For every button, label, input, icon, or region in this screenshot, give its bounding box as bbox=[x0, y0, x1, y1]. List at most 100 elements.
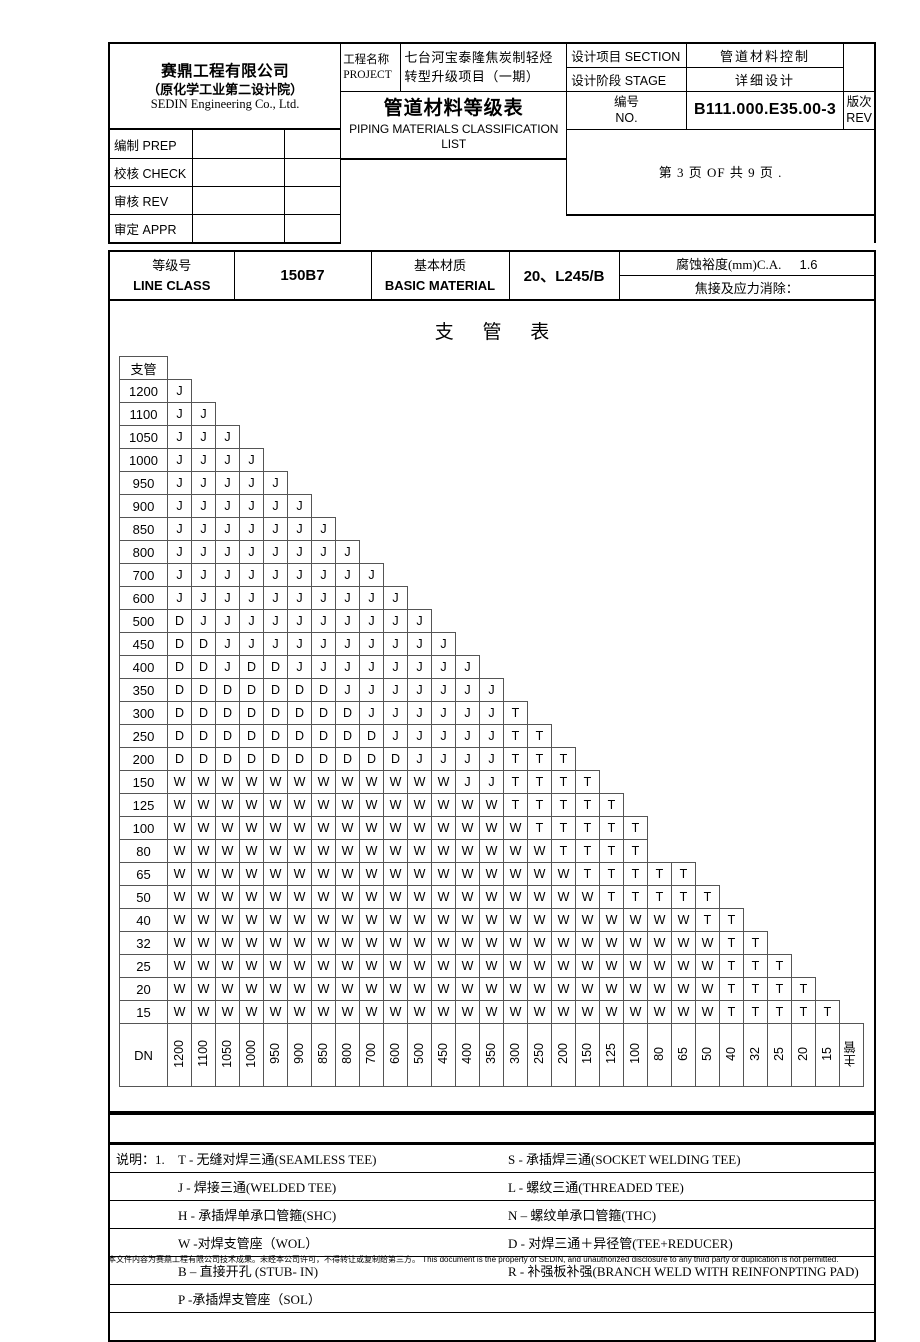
matrix-cell[interactable]: W bbox=[335, 908, 360, 933]
matrix-cell[interactable]: T bbox=[599, 885, 624, 910]
matrix-cell[interactable]: W bbox=[599, 908, 624, 933]
matrix-cell[interactable]: J bbox=[167, 540, 192, 565]
matrix-cell[interactable]: T bbox=[671, 862, 696, 887]
approval-value-check-1[interactable] bbox=[192, 158, 286, 188]
matrix-cell[interactable]: J bbox=[263, 517, 288, 542]
approval-value-check-2[interactable] bbox=[284, 158, 342, 188]
matrix-cell[interactable]: D bbox=[215, 701, 240, 726]
matrix-cell[interactable]: W bbox=[215, 1000, 240, 1025]
matrix-cell[interactable]: W bbox=[479, 885, 504, 910]
matrix-cell[interactable]: J bbox=[191, 563, 216, 588]
matrix-cell[interactable]: T bbox=[743, 931, 768, 956]
approval-value-appr-1[interactable] bbox=[192, 214, 286, 245]
matrix-cell[interactable]: T bbox=[719, 931, 744, 956]
matrix-cell[interactable]: D bbox=[287, 701, 312, 726]
approval-value-rev-1[interactable] bbox=[192, 186, 286, 216]
matrix-cell[interactable]: D bbox=[263, 747, 288, 772]
matrix-cell[interactable]: W bbox=[431, 1000, 456, 1025]
matrix-cell[interactable]: W bbox=[623, 931, 648, 956]
matrix-cell[interactable]: T bbox=[527, 770, 552, 795]
matrix-cell[interactable]: W bbox=[407, 885, 432, 910]
matrix-cell[interactable]: W bbox=[191, 862, 216, 887]
matrix-cell[interactable]: W bbox=[407, 839, 432, 864]
matrix-cell[interactable]: W bbox=[239, 770, 264, 795]
matrix-cell[interactable]: T bbox=[623, 816, 648, 841]
matrix-cell[interactable]: D bbox=[335, 724, 360, 749]
matrix-cell[interactable]: W bbox=[359, 1000, 384, 1025]
matrix-cell[interactable]: J bbox=[287, 655, 312, 680]
matrix-cell[interactable]: W bbox=[311, 793, 336, 818]
matrix-cell[interactable]: T bbox=[575, 793, 600, 818]
matrix-cell[interactable]: J bbox=[263, 609, 288, 634]
matrix-cell[interactable]: W bbox=[575, 1000, 600, 1025]
matrix-cell[interactable]: W bbox=[503, 839, 528, 864]
matrix-cell[interactable]: W bbox=[191, 793, 216, 818]
matrix-cell[interactable]: W bbox=[359, 816, 384, 841]
matrix-cell[interactable]: W bbox=[551, 931, 576, 956]
matrix-cell[interactable]: D bbox=[311, 747, 336, 772]
matrix-cell[interactable]: W bbox=[311, 931, 336, 956]
matrix-cell[interactable]: J bbox=[287, 494, 312, 519]
matrix-cell[interactable]: T bbox=[647, 885, 672, 910]
matrix-cell[interactable]: W bbox=[407, 1000, 432, 1025]
matrix-cell[interactable]: W bbox=[311, 1000, 336, 1025]
matrix-cell[interactable]: W bbox=[335, 1000, 360, 1025]
matrix-cell[interactable]: D bbox=[359, 747, 384, 772]
matrix-cell[interactable]: W bbox=[263, 839, 288, 864]
matrix-cell[interactable]: W bbox=[287, 977, 312, 1002]
matrix-cell[interactable]: W bbox=[479, 793, 504, 818]
matrix-cell[interactable]: W bbox=[407, 931, 432, 956]
matrix-cell[interactable]: J bbox=[191, 425, 216, 450]
matrix-cell[interactable]: J bbox=[167, 402, 192, 427]
matrix-cell[interactable]: W bbox=[479, 954, 504, 979]
matrix-cell[interactable]: W bbox=[695, 977, 720, 1002]
matrix-cell[interactable]: W bbox=[263, 770, 288, 795]
matrix-cell[interactable]: J bbox=[407, 609, 432, 634]
matrix-cell[interactable]: J bbox=[191, 540, 216, 565]
matrix-cell[interactable]: J bbox=[215, 632, 240, 657]
matrix-cell[interactable]: J bbox=[311, 563, 336, 588]
matrix-cell[interactable]: W bbox=[455, 816, 480, 841]
matrix-cell[interactable]: W bbox=[191, 931, 216, 956]
matrix-cell[interactable]: W bbox=[335, 816, 360, 841]
matrix-cell[interactable]: D bbox=[287, 747, 312, 772]
matrix-cell[interactable]: J bbox=[431, 655, 456, 680]
matrix-cell[interactable]: J bbox=[215, 609, 240, 634]
matrix-cell[interactable]: W bbox=[695, 931, 720, 956]
matrix-cell[interactable]: W bbox=[455, 908, 480, 933]
matrix-cell[interactable]: J bbox=[167, 379, 192, 404]
matrix-cell[interactable]: W bbox=[359, 954, 384, 979]
matrix-cell[interactable]: W bbox=[239, 1000, 264, 1025]
matrix-cell[interactable]: T bbox=[791, 1000, 816, 1025]
matrix-cell[interactable]: W bbox=[479, 977, 504, 1002]
matrix-cell[interactable]: W bbox=[551, 1000, 576, 1025]
matrix-cell[interactable]: J bbox=[407, 724, 432, 749]
matrix-cell[interactable]: J bbox=[215, 655, 240, 680]
matrix-cell[interactable]: J bbox=[479, 747, 504, 772]
matrix-cell[interactable]: J bbox=[383, 586, 408, 611]
matrix-cell[interactable]: W bbox=[359, 977, 384, 1002]
matrix-cell[interactable]: J bbox=[215, 563, 240, 588]
matrix-cell[interactable]: J bbox=[215, 586, 240, 611]
matrix-cell[interactable]: W bbox=[455, 1000, 480, 1025]
matrix-cell[interactable]: W bbox=[239, 954, 264, 979]
matrix-cell[interactable]: J bbox=[431, 632, 456, 657]
matrix-cell[interactable]: T bbox=[599, 839, 624, 864]
matrix-cell[interactable]: D bbox=[167, 701, 192, 726]
matrix-cell[interactable]: W bbox=[527, 954, 552, 979]
matrix-cell[interactable]: D bbox=[215, 747, 240, 772]
matrix-cell[interactable]: J bbox=[239, 586, 264, 611]
matrix-cell[interactable]: W bbox=[335, 977, 360, 1002]
matrix-cell[interactable]: J bbox=[383, 655, 408, 680]
matrix-cell[interactable]: W bbox=[215, 908, 240, 933]
matrix-cell[interactable]: W bbox=[215, 931, 240, 956]
matrix-cell[interactable]: W bbox=[263, 977, 288, 1002]
matrix-cell[interactable]: W bbox=[383, 816, 408, 841]
matrix-cell[interactable]: J bbox=[335, 609, 360, 634]
matrix-cell[interactable]: T bbox=[767, 977, 792, 1002]
matrix-cell[interactable]: W bbox=[527, 839, 552, 864]
matrix-cell[interactable]: W bbox=[479, 931, 504, 956]
matrix-cell[interactable]: W bbox=[599, 1000, 624, 1025]
matrix-cell[interactable]: T bbox=[623, 839, 648, 864]
matrix-cell[interactable]: W bbox=[215, 839, 240, 864]
